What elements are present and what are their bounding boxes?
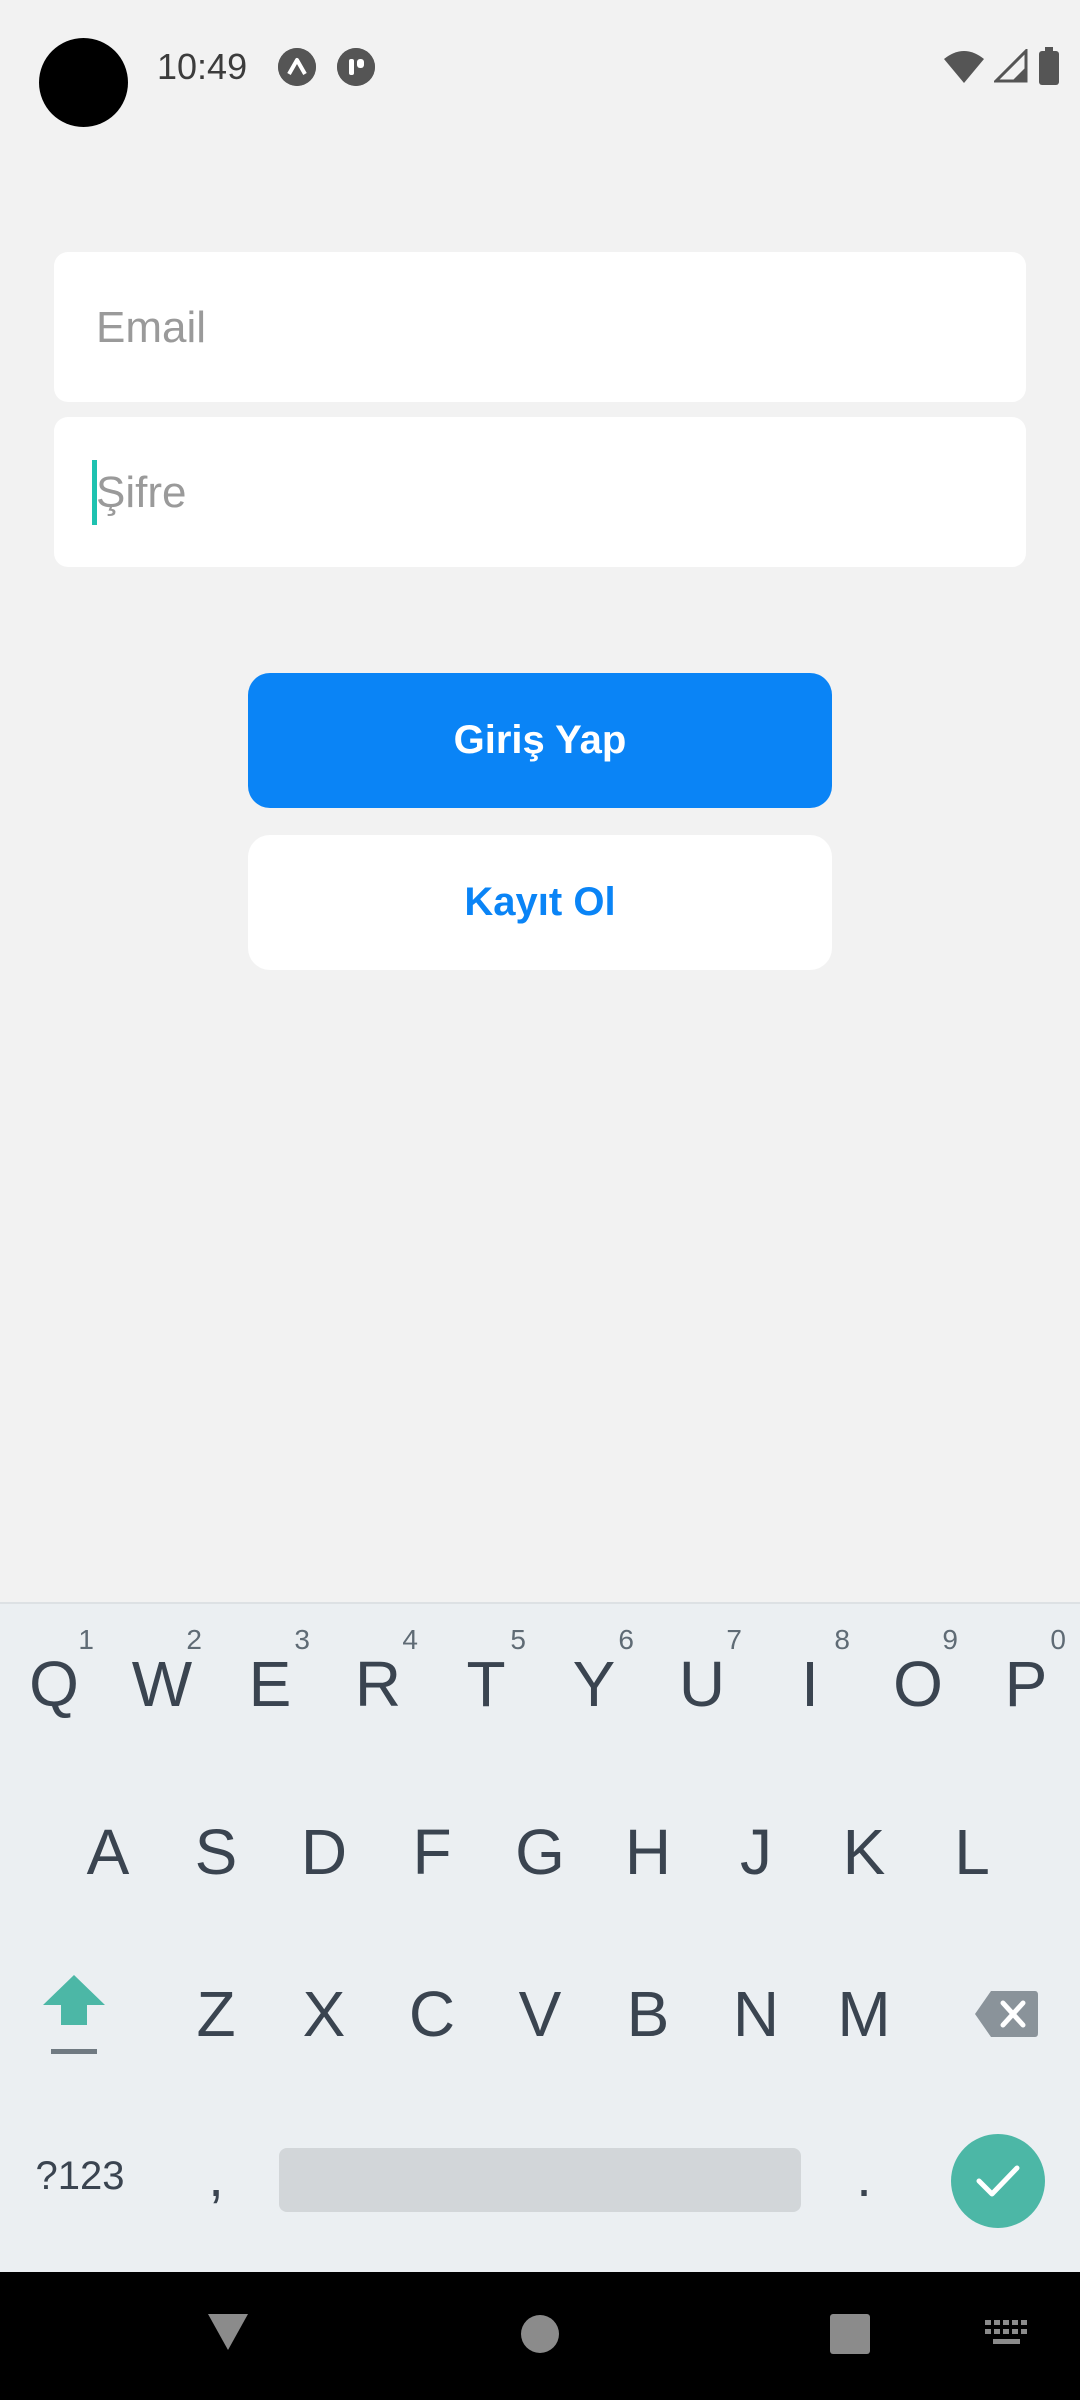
text-cursor <box>92 460 97 525</box>
key-l[interactable]: L <box>918 1772 1026 1932</box>
shift-key[interactable] <box>20 1934 128 2094</box>
navigation-bar <box>0 2272 1080 2400</box>
key-u[interactable]: U7 <box>648 1604 756 1764</box>
home-icon[interactable] <box>520 2314 560 2354</box>
backspace-key[interactable] <box>952 1934 1060 2094</box>
key-k[interactable]: K <box>810 1772 918 1932</box>
key-m[interactable]: M <box>810 1934 918 2094</box>
key-w[interactable]: W2 <box>108 1604 216 1764</box>
key-r[interactable]: R4 <box>324 1604 432 1764</box>
app-notification-icon <box>337 48 375 86</box>
key-f[interactable]: F <box>378 1772 486 1932</box>
key-s[interactable]: S <box>162 1772 270 1932</box>
key-q[interactable]: Q1 <box>0 1604 108 1764</box>
key-h[interactable]: H <box>594 1772 702 1932</box>
key-y[interactable]: Y6 <box>540 1604 648 1764</box>
key-v[interactable]: V <box>486 1934 594 2094</box>
comma-key[interactable]: , <box>162 2096 270 2256</box>
status-icons <box>944 44 1060 88</box>
login-button[interactable]: Giriş Yap <box>248 673 832 808</box>
key-g[interactable]: G <box>486 1772 594 1932</box>
register-button[interactable]: Kayıt Ol <box>248 835 832 970</box>
key-a[interactable]: A <box>54 1772 162 1932</box>
key-d[interactable]: D <box>270 1772 378 1932</box>
key-p[interactable]: P0 <box>972 1604 1080 1764</box>
status-time: 10:49 <box>157 46 248 87</box>
space-key[interactable] <box>279 2148 801 2212</box>
camera-cutout <box>39 38 128 127</box>
on-screen-keyboard: Q1 W2 E3 R4 T5 Y6 U7 I8 O9 P0 A S D F G … <box>0 1602 1080 2274</box>
expo-notification-icon <box>278 48 316 86</box>
backspace-icon <box>975 1991 1038 2037</box>
key-c[interactable]: C <box>378 1934 486 2094</box>
key-x[interactable]: X <box>270 1934 378 2094</box>
key-b[interactable]: B <box>594 1934 702 2094</box>
key-z[interactable]: Z <box>162 1934 270 2094</box>
key-j[interactable]: J <box>702 1772 810 1932</box>
key-e[interactable]: E3 <box>216 1604 324 1764</box>
symbols-key[interactable]: ?123 <box>20 2096 140 2256</box>
shift-icon <box>43 1975 105 2054</box>
done-key[interactable] <box>951 2134 1045 2228</box>
battery-icon <box>1039 47 1059 85</box>
keyboard-switch-icon[interactable] <box>985 2320 1029 2346</box>
key-i[interactable]: I8 <box>756 1604 864 1764</box>
email-input[interactable] <box>94 252 978 404</box>
check-icon <box>976 2165 1020 2197</box>
signal-icon <box>994 49 1028 83</box>
email-field[interactable] <box>54 252 1026 404</box>
recents-icon[interactable] <box>830 2314 870 2354</box>
period-key[interactable]: . <box>810 2096 918 2256</box>
wifi-icon <box>944 51 984 83</box>
key-n[interactable]: N <box>702 1934 810 2094</box>
password-input[interactable] <box>94 417 978 569</box>
status-bar: 10:49 <box>0 0 1080 130</box>
password-field[interactable] <box>54 417 1026 569</box>
key-t[interactable]: T5 <box>432 1604 540 1764</box>
back-icon[interactable] <box>206 2312 250 2352</box>
key-o[interactable]: O9 <box>864 1604 972 1764</box>
